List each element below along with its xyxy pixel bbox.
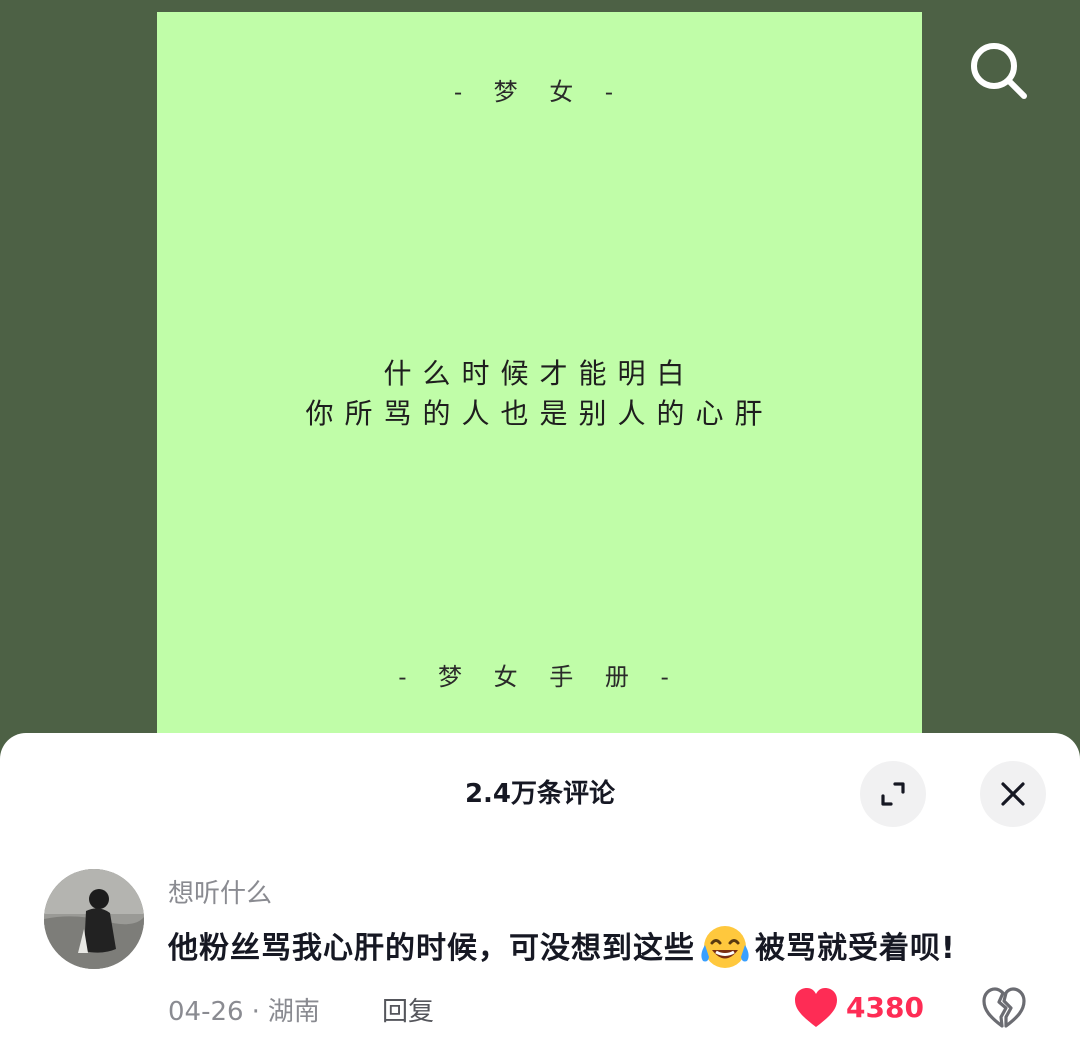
comment-location: 湖南 bbox=[267, 997, 320, 1027]
search-icon bbox=[971, 43, 1027, 99]
expand-button[interactable] bbox=[860, 761, 926, 827]
poster-top-tag: - 梦 女 - bbox=[453, 78, 626, 106]
heart-icon[interactable] bbox=[793, 986, 839, 1030]
comment-text-part-1: 他粉丝骂我心肝的时候，可没想到这些 bbox=[168, 931, 695, 966]
avatar-image bbox=[44, 869, 144, 969]
broken-heart-icon[interactable] bbox=[981, 986, 1027, 1030]
comment-text: 他粉丝骂我心肝的时候，可没想到这些 被骂就受着呗! bbox=[168, 923, 956, 971]
post-image[interactable]: - 梦 女 - 什么时候才能明白 你所骂的人也是别人的心肝 - 梦 女 手 册 … bbox=[157, 12, 922, 752]
poster-quote: 什么时候才能明白 你所骂的人也是别人的心肝 bbox=[157, 354, 922, 434]
close-icon bbox=[1001, 782, 1025, 806]
comments-sheet: 2.4万条评论 想听什么 他粉丝骂我心肝的时候，可没想到这些 被骂就受着呗! 0… bbox=[0, 733, 1080, 1047]
meta-separator: · bbox=[251, 997, 260, 1027]
expand-icon bbox=[881, 782, 905, 806]
like-count: 4380 bbox=[846, 991, 924, 1024]
reply-button[interactable]: 回复 bbox=[382, 991, 434, 1028]
avatar[interactable] bbox=[44, 869, 144, 969]
poster-quote-line-2: 你所骂的人也是别人的心肝 bbox=[305, 397, 774, 430]
close-button[interactable] bbox=[980, 761, 1046, 827]
comment-date: 04-26 bbox=[168, 997, 244, 1027]
search-button[interactable] bbox=[966, 38, 1032, 104]
comment-meta: 04-26 · 湖南 bbox=[168, 991, 320, 1028]
screen: - 梦 女 - 什么时候才能明白 你所骂的人也是别人的心肝 - 梦 女 手 册 … bbox=[0, 0, 1080, 1047]
comment-text-part-2: 被骂就受着呗! bbox=[755, 931, 956, 966]
poster-quote-line-1: 什么时候才能明白 bbox=[383, 357, 696, 390]
comment-username[interactable]: 想听什么 bbox=[168, 873, 272, 910]
poster-bottom-tag: - 梦 女 手 册 - bbox=[398, 663, 681, 691]
laugh-cry-emoji-icon bbox=[701, 925, 749, 968]
